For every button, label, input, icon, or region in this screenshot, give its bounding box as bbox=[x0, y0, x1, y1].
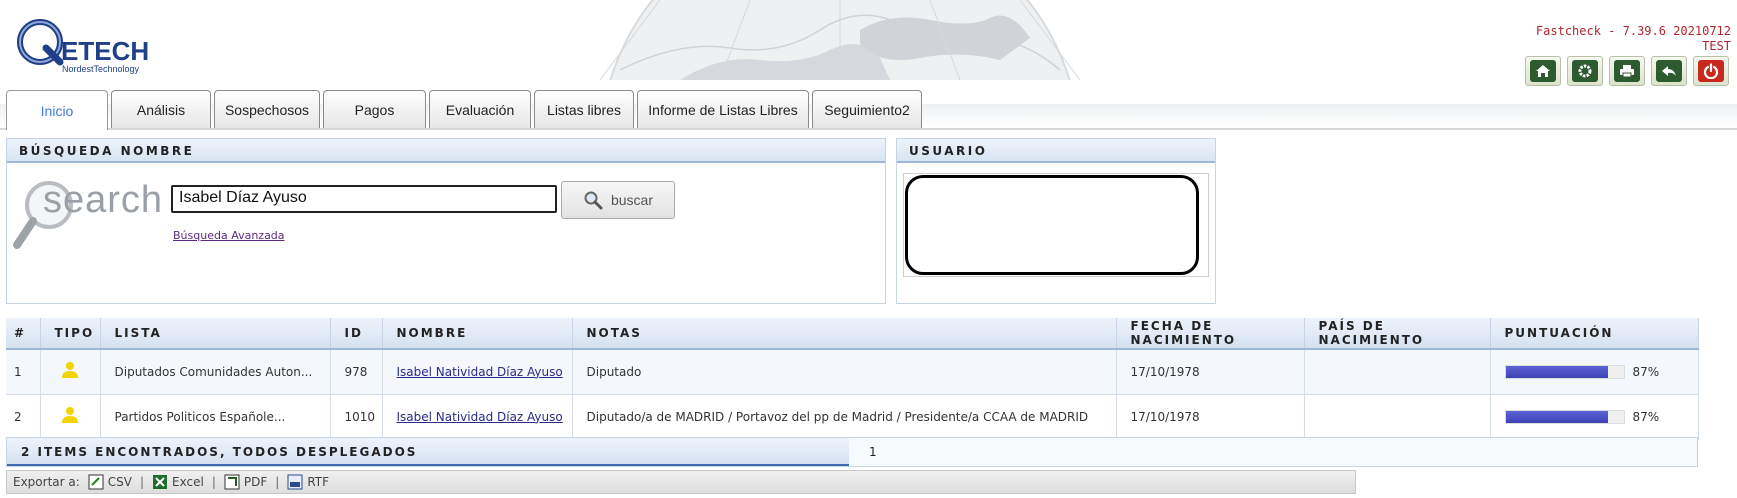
search-panel-title: BÚSQUEDA NOMBRE bbox=[7, 139, 885, 163]
export-excel-link[interactable]: Excel bbox=[152, 474, 204, 490]
results-footer: 2 ITEMS ENCONTRADOS, TODOS DESPLEGADOS 1 bbox=[6, 437, 1698, 467]
tab-listas-libres[interactable]: Listas libres bbox=[534, 90, 634, 128]
logo-subtitle: NordestTechnology bbox=[62, 64, 140, 74]
export-label: Exportar a: bbox=[13, 475, 80, 489]
results-count-status: 2 ITEMS ENCONTRADOS, TODOS DESPLEGADOS bbox=[7, 438, 849, 466]
export-csv-label: CSV bbox=[107, 475, 132, 489]
row-notes: Diputado bbox=[572, 349, 1117, 395]
table-row[interactable]: 2 Partidos Politicos Españole... 1010 Is… bbox=[6, 394, 1699, 440]
export-separator: | bbox=[275, 475, 280, 489]
tab-analisis[interactable]: Análisis bbox=[111, 90, 211, 128]
print-icon bbox=[1614, 60, 1640, 82]
print-button[interactable] bbox=[1609, 56, 1645, 86]
user-info-redaction bbox=[905, 175, 1199, 275]
table-row[interactable]: 1 Diputados Comunidades Auton... 978 Isa… bbox=[6, 349, 1699, 395]
tab-evaluacion[interactable]: Evaluación bbox=[429, 90, 531, 128]
row-type bbox=[40, 349, 101, 395]
person-icon bbox=[61, 362, 78, 379]
tab-pagos[interactable]: Pagos bbox=[323, 90, 426, 128]
tab-bar: Inicio Análisis Sospechosos Pagos Evalua… bbox=[0, 90, 1737, 130]
row-type bbox=[40, 394, 101, 440]
score-bar-fill bbox=[1505, 410, 1609, 423]
row-birth-country bbox=[1304, 394, 1491, 440]
col-header-notas[interactable]: NOTAS bbox=[572, 318, 1117, 350]
environment-label: TEST bbox=[1702, 39, 1731, 53]
person-icon bbox=[61, 407, 78, 423]
row-list: Diputados Comunidades Auton... bbox=[100, 349, 331, 395]
tab-inicio[interactable]: Inicio bbox=[6, 90, 108, 130]
row-name-link[interactable]: Isabel Natividad Díaz Ayuso bbox=[397, 410, 563, 424]
score-value: 87% bbox=[1632, 364, 1660, 379]
row-number: 1 bbox=[6, 349, 41, 395]
row-list: Partidos Politicos Españole... bbox=[100, 394, 331, 440]
buscar-button[interactable]: buscar bbox=[561, 181, 675, 219]
row-birth-country bbox=[1304, 349, 1491, 395]
page-number[interactable]: 1 bbox=[869, 438, 877, 466]
excel-icon bbox=[153, 475, 168, 489]
pdf-icon bbox=[224, 474, 240, 490]
csv-icon bbox=[88, 474, 104, 490]
row-name: Isabel Natividad Díaz Ayuso bbox=[382, 394, 573, 440]
back-icon bbox=[1656, 60, 1682, 82]
export-pdf-link[interactable]: PDF bbox=[224, 474, 267, 490]
export-bar: Exportar a: CSV | Excel | PDF | RTF bbox=[6, 470, 1356, 494]
row-number: 2 bbox=[6, 394, 41, 440]
score-bar bbox=[1504, 409, 1625, 424]
logo-text: ETECH bbox=[61, 36, 150, 66]
export-separator: | bbox=[140, 475, 145, 489]
row-birth-date: 17/10/1978 bbox=[1116, 349, 1305, 395]
col-header-num: # bbox=[6, 318, 41, 350]
version-text: Fastcheck - 7.39.6 20210712 bbox=[1535, 24, 1731, 38]
score-bar bbox=[1504, 364, 1625, 379]
power-icon bbox=[1698, 60, 1724, 82]
tab-seguimiento2[interactable]: Seguimiento2 bbox=[812, 90, 922, 128]
search-icon bbox=[584, 191, 603, 210]
header-globe-background bbox=[560, 0, 1120, 80]
home-icon bbox=[1530, 60, 1556, 82]
rtf-icon bbox=[287, 474, 303, 490]
gear-icon bbox=[1572, 60, 1598, 82]
search-input[interactable]: Isabel Díaz Ayuso bbox=[171, 185, 557, 213]
user-panel: USUARIO bbox=[896, 138, 1216, 304]
col-header-lista[interactable]: LISTA bbox=[100, 318, 331, 350]
results-table: # TIPO LISTA ID NOMBRE NOTAS FECHA DE NA… bbox=[6, 318, 1699, 440]
row-birth-date: 17/10/1978 bbox=[1116, 394, 1305, 440]
version-info: Fastcheck - 7.39.6 20210712 TEST bbox=[1536, 24, 1731, 54]
col-header-nombre[interactable]: NOMBRE bbox=[382, 318, 573, 350]
col-header-fecha-nacimiento[interactable]: FECHA DE NACIMIENTO bbox=[1116, 318, 1305, 350]
buscar-button-label: buscar bbox=[610, 192, 654, 208]
tab-informe-listas-libres[interactable]: Informe de Listas Libres bbox=[637, 90, 809, 128]
search-panel: BÚSQUEDA NOMBRE search Isabel Díaz Ayuso… bbox=[6, 138, 886, 304]
col-header-pais-nacimiento[interactable]: PAÍS DE NACIMIENTO bbox=[1304, 318, 1491, 350]
export-rtf-label: RTF bbox=[307, 475, 330, 489]
col-header-id[interactable]: ID bbox=[330, 318, 383, 350]
top-toolbar bbox=[1525, 56, 1729, 86]
netech-logo: ETECH NordestTechnology bbox=[16, 18, 166, 74]
export-csv-link[interactable]: CSV bbox=[88, 474, 132, 490]
row-id: 1010 bbox=[330, 394, 383, 440]
row-name: Isabel Natividad Díaz Ayuso bbox=[382, 349, 573, 395]
search-logo-text: search bbox=[43, 179, 164, 221]
logout-button[interactable] bbox=[1693, 56, 1729, 86]
advanced-search-link[interactable]: Búsqueda Avanzada bbox=[173, 229, 285, 242]
export-excel-label: Excel bbox=[172, 475, 204, 489]
score-value: 87% bbox=[1632, 409, 1660, 424]
back-button[interactable] bbox=[1651, 56, 1687, 86]
settings-button[interactable] bbox=[1567, 56, 1603, 86]
export-pdf-label: PDF bbox=[243, 475, 268, 489]
user-panel-title: USUARIO bbox=[897, 139, 1215, 163]
col-header-tipo[interactable]: TIPO bbox=[40, 318, 101, 350]
export-separator: | bbox=[211, 475, 216, 489]
results-table-container: # TIPO LISTA ID NOMBRE NOTAS FECHA DE NA… bbox=[6, 318, 1699, 440]
row-id: 978 bbox=[330, 349, 383, 395]
row-name-link[interactable]: Isabel Natividad Díaz Ayuso bbox=[397, 365, 563, 379]
row-score: 87% bbox=[1490, 349, 1699, 395]
export-rtf-link[interactable]: RTF bbox=[287, 474, 329, 490]
row-score: 87% bbox=[1490, 394, 1699, 440]
row-notes: Diputado/a de MADRID / Portavoz del pp d… bbox=[572, 394, 1117, 440]
home-button[interactable] bbox=[1525, 56, 1561, 86]
score-bar-fill bbox=[1505, 365, 1609, 378]
tab-sospechosos[interactable]: Sospechosos bbox=[214, 90, 320, 128]
col-header-puntuacion[interactable]: PUNTUACIÓN bbox=[1490, 318, 1699, 350]
